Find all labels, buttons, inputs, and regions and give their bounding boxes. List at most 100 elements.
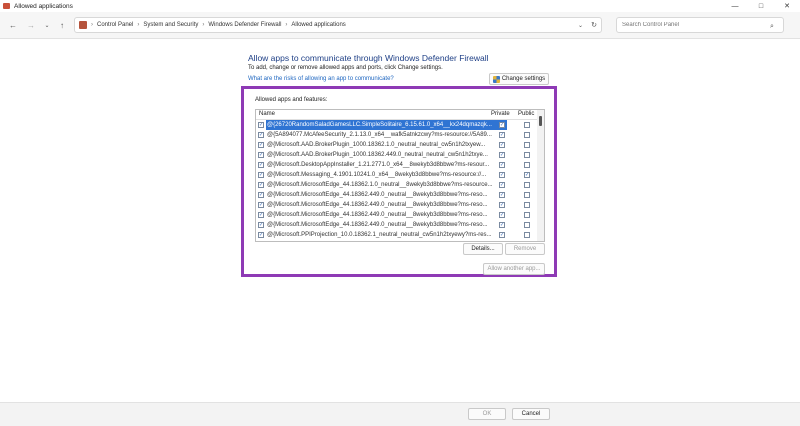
app-name: @{Microsoft.MicrosoftEdge_44.18362.1.0_n… — [267, 182, 493, 188]
app-name: @{Microsoft.DesktopAppInstaller_1.21.277… — [267, 162, 490, 168]
app-name: @{Microsoft.MicrosoftEdge_44.18362.449.0… — [267, 202, 488, 208]
address-bar[interactable]: › Control Panel › System and Security › … — [74, 17, 602, 33]
breadcrumb-separator: › — [202, 22, 205, 28]
cancel-button[interactable]: Cancel — [512, 408, 550, 420]
refresh-icon[interactable]: ↻ — [591, 21, 597, 29]
navigation-bar: ← → ⌄ ↑ › Control Panel › System and Sec… — [0, 12, 800, 39]
change-settings-label: Change settings — [501, 76, 546, 82]
breadcrumb-system-and-security[interactable]: System and Security — [143, 22, 198, 28]
breadcrumb-windows-defender-firewall[interactable]: Windows Defender Firewall — [208, 22, 281, 28]
private-checkbox[interactable]: ✓ — [499, 222, 505, 228]
search-input[interactable] — [616, 17, 784, 33]
private-checkbox[interactable]: ✓ — [499, 202, 505, 208]
forward-button[interactable]: → — [25, 19, 37, 31]
list-item[interactable]: ✓ @{Microsoft.DesktopAppInstaller_1.21.27… — [256, 160, 538, 170]
app-name: @{5A894077.McAfeeSecurity_2.1.13.0_x64__… — [267, 132, 492, 138]
public-checkbox[interactable] — [524, 162, 530, 168]
list-item[interactable]: ✓ @{Microsoft.MicrosoftEdge_44.18362.449.… — [256, 190, 538, 200]
breadcrumb-separator: › — [91, 22, 93, 28]
enable-checkbox[interactable]: ✓ — [258, 152, 264, 158]
public-checkbox[interactable] — [524, 212, 530, 218]
page-title: Allow apps to communicate through Window… — [248, 53, 489, 63]
private-checkbox[interactable]: ✓ — [499, 152, 505, 158]
private-checkbox[interactable]: ✓ — [499, 162, 505, 168]
maximize-button[interactable]: □ — [748, 0, 774, 12]
private-checkbox[interactable]: ✓ — [499, 172, 505, 178]
public-checkbox[interactable]: ✓ — [524, 172, 530, 178]
public-checkbox[interactable] — [524, 232, 530, 238]
change-settings-button[interactable]: Change settings — [489, 73, 549, 85]
column-private[interactable]: Private — [491, 111, 510, 117]
address-dropdown-icon[interactable]: ⌄ — [578, 22, 583, 29]
app-name: @{Microsoft.PPIProjection_10.0.18362.449… — [266, 240, 507, 241]
public-checkbox[interactable] — [524, 152, 530, 158]
scrollbar-thumb[interactable] — [539, 116, 542, 126]
allowed-apps-list[interactable]: Name Private Public ✓ @{26720RandomSaladG… — [255, 109, 545, 242]
column-name[interactable]: Name — [259, 111, 275, 117]
enable-checkbox[interactable]: ✓ — [258, 212, 264, 218]
control-panel-icon — [3, 3, 10, 9]
app-name: @{Microsoft.MicrosoftEdge_44.18362.449.0… — [267, 222, 488, 228]
public-checkbox[interactable] — [524, 182, 530, 188]
list-scrollbar[interactable] — [537, 110, 544, 241]
dialog-footer: OK Cancel — [0, 402, 800, 426]
list-item[interactable]: ✓ @{Microsoft.MicrosoftEdge_44.18362.449.… — [256, 220, 538, 230]
back-button[interactable]: ← — [7, 19, 19, 31]
column-public[interactable]: Public — [518, 111, 534, 117]
public-checkbox[interactable] — [524, 202, 530, 208]
private-checkbox[interactable]: ✓ — [499, 122, 505, 128]
instructions-text: To add, change or remove allowed apps an… — [248, 65, 443, 71]
app-name: @{Microsoft.MicrosoftEdge_44.18362.449.0… — [267, 192, 488, 198]
enable-checkbox[interactable]: ✓ — [258, 172, 264, 178]
enable-checkbox[interactable]: ✓ — [258, 202, 264, 208]
enable-checkbox[interactable]: ✓ — [258, 132, 264, 138]
remove-button[interactable]: Remove — [505, 243, 545, 255]
app-name: @{Microsoft.MicrosoftEdge_44.18362.449.0… — [267, 212, 488, 218]
enable-checkbox[interactable]: ✓ — [258, 232, 264, 238]
list-item[interactable]: ✓ @{Microsoft.MicrosoftEdge_44.18362.1.0_… — [256, 180, 538, 190]
details-button[interactable]: Details... — [463, 243, 503, 255]
private-checkbox[interactable]: ✓ — [499, 212, 505, 218]
list-item[interactable]: ✓ @{Microsoft.MicrosoftEdge_44.18362.449.… — [256, 200, 538, 210]
public-checkbox[interactable] — [524, 142, 530, 148]
allow-another-app-button[interactable]: Allow another app... — [483, 263, 545, 275]
list-header: Name Private Public — [256, 110, 538, 120]
public-checkbox[interactable] — [524, 122, 530, 128]
public-checkbox[interactable] — [524, 132, 530, 138]
list-item[interactable]: ✓ @{Microsoft.AAD.BrokerPlugin_1000.18362… — [256, 140, 538, 150]
enable-checkbox[interactable]: ✓ — [258, 192, 264, 198]
list-item[interactable]: ✓ @{Microsoft.MicrosoftEdge_44.18362.449.… — [256, 210, 538, 220]
list-item[interactable]: ✓ @{Microsoft.PPIProjection_10.0.18362.1_… — [256, 230, 538, 240]
private-checkbox[interactable]: ✓ — [499, 142, 505, 148]
search-icon[interactable]: ⌕ — [770, 23, 774, 31]
ok-button[interactable]: OK — [468, 408, 506, 420]
breadcrumb-control-panel[interactable]: Control Panel — [97, 22, 133, 28]
enable-checkbox[interactable]: ✓ — [258, 222, 264, 228]
recent-locations-dropdown[interactable]: ⌄ — [41, 19, 53, 31]
list-item[interactable]: ✓ @{5A894077.McAfeeSecurity_2.1.13.0_x64_… — [256, 130, 538, 140]
list-item[interactable]: ✓ @{Microsoft.Messaging_4.1901.10241.0_x6… — [256, 170, 538, 180]
app-name: @{Microsoft.AAD.BrokerPlugin_1000.18362.… — [267, 152, 488, 158]
private-checkbox[interactable]: ✓ — [499, 182, 505, 188]
private-checkbox[interactable]: ✓ — [499, 132, 505, 138]
list-item[interactable]: ✓ @{26720RandomSaladGamesLLC.SimpleSolita… — [256, 120, 538, 130]
app-name: @{Microsoft.AAD.BrokerPlugin_1000.18362.… — [267, 142, 486, 148]
up-button[interactable]: ↑ — [56, 19, 68, 31]
list-item[interactable]: ✓ @{Microsoft.AAD.BrokerPlugin_1000.18362… — [256, 150, 538, 160]
enable-checkbox[interactable]: ✓ — [258, 142, 264, 148]
app-name: @{Microsoft.Messaging_4.1901.10241.0_x64… — [267, 172, 487, 178]
private-checkbox[interactable]: ✓ — [499, 232, 505, 238]
enable-checkbox[interactable]: ✓ — [258, 122, 264, 128]
breadcrumb-allowed-applications[interactable]: Allowed applications — [291, 22, 345, 28]
enable-checkbox[interactable]: ✓ — [258, 162, 264, 168]
list-item[interactable]: ✓@{Microsoft.PPIProjection_10.0.18362.44… — [256, 240, 538, 241]
risks-link[interactable]: What are the risks of allowing an app to… — [248, 76, 394, 82]
minimize-button[interactable]: — — [722, 0, 748, 12]
close-button[interactable]: ✕ — [774, 0, 800, 12]
private-checkbox[interactable]: ✓ — [499, 192, 505, 198]
window-title: Allowed applications — [14, 2, 73, 10]
public-checkbox[interactable] — [524, 192, 530, 198]
control-panel-icon — [79, 21, 87, 29]
enable-checkbox[interactable]: ✓ — [258, 182, 264, 188]
public-checkbox[interactable] — [524, 222, 530, 228]
